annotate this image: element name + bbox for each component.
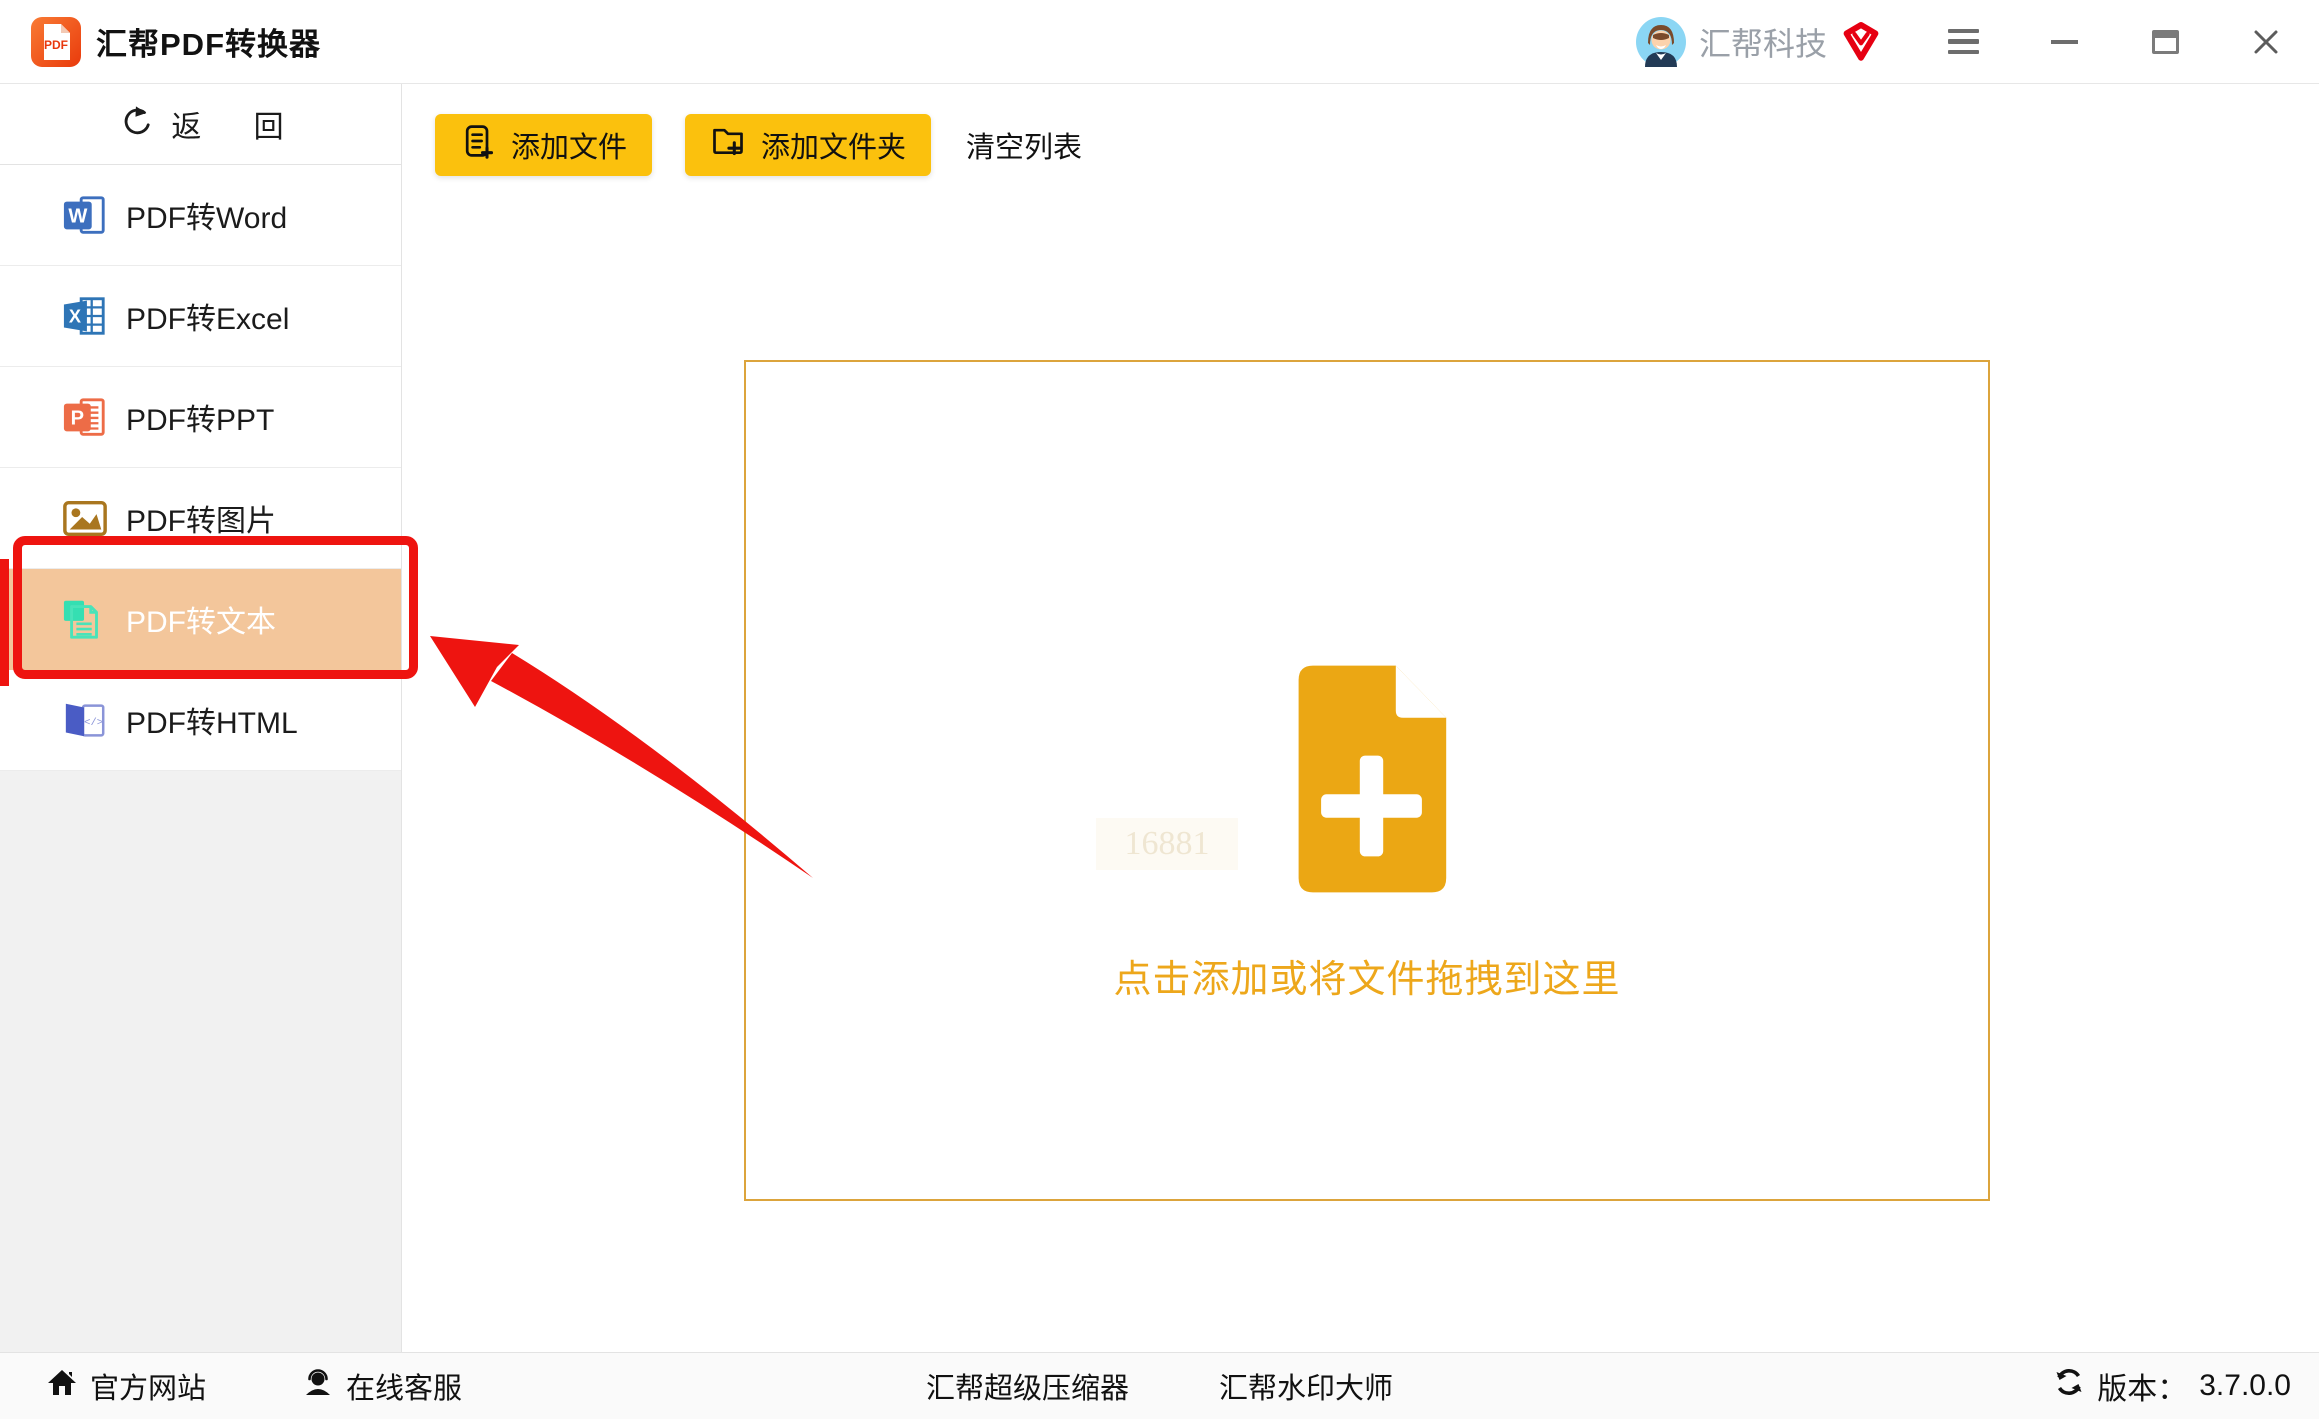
add-file-button[interactable]: 添加文件 [435,114,652,176]
pdf-logo-icon: PDF [30,16,82,68]
version-area[interactable]: 版本： 3.7.0.0 [2053,1364,2291,1408]
version-label: 版本： [2097,1364,2187,1408]
online-support-label: 在线客服 [346,1365,462,1407]
html-icon: </> [62,697,108,743]
account-name: 汇帮科技 [1699,19,1827,65]
svg-text:X: X [69,307,81,327]
version-value: 3.7.0.0 [2199,1369,2291,1403]
undo-arrow-icon [117,105,153,144]
sidebar-item-pdf-to-image[interactable]: PDF转图片 [0,468,401,569]
close-button[interactable] [2243,19,2289,65]
excel-icon: X [62,293,108,339]
add-folder-button[interactable]: 添加文件夹 [685,114,931,176]
sidebar-item-pdf-to-html[interactable]: </> PDF转HTML [0,670,401,771]
vip-badge-icon[interactable] [1840,21,1882,63]
toolbar: 添加文件 添加文件夹 清空列表 [403,84,2319,176]
sidebar-item-pdf-to-excel[interactable]: X PDF转Excel [0,266,401,367]
add-file-icon [460,123,496,167]
sidebar-item-pdf-to-word[interactable]: W PDF转Word [0,165,401,266]
product-link-compressor[interactable]: 汇帮超级压缩器 [926,1365,1129,1407]
app-window: PDF 汇帮PDF转换器 汇帮科技 [0,0,2319,1419]
sidebar-item-label: PDF转Excel [126,294,289,338]
sidebar-item-label: PDF转Word [126,193,287,237]
official-website-label: 官方网站 [90,1365,206,1407]
sidebar-item-label: PDF转PPT [126,395,274,439]
sidebar-item-label: PDF转文本 [126,597,276,641]
main-panel: 添加文件 添加文件夹 清空列表 16881 [403,84,2319,1352]
customer-service-icon [302,1366,334,1406]
back-button[interactable]: 返 回 [0,84,401,165]
titlebar: PDF 汇帮PDF转换器 汇帮科技 [0,0,2319,84]
sidebar-item-label: PDF转图片 [126,496,276,540]
sidebar: 返 回 W PDF转Word X PDF转Excel [0,84,402,1352]
hamburger-menu-icon[interactable] [1940,19,1986,65]
sidebar-item-pdf-to-ppt[interactable]: P PDF转PPT [0,367,401,468]
clear-list-button[interactable]: 清空列表 [966,124,1082,166]
ppt-icon: P [62,394,108,440]
svg-text:W: W [68,206,87,228]
svg-text:</>: </> [84,717,103,729]
svg-text:PDF: PDF [44,38,68,52]
sidebar-empty-area [0,771,401,1352]
online-support-link[interactable]: 在线客服 [302,1365,462,1407]
add-folder-icon [710,123,746,167]
text-file-icon [62,596,108,642]
watermark: 16881 [1096,818,1238,870]
sidebar-item-label: PDF转HTML [126,698,298,742]
product-link-watermark[interactable]: 汇帮水印大师 [1219,1365,1393,1407]
maximize-button[interactable] [2142,19,2188,65]
document-plus-icon [1277,662,1457,894]
picture-icon [62,495,108,541]
account-area[interactable]: 汇帮科技 [1636,17,1882,67]
sidebar-item-pdf-to-text[interactable]: PDF转文本 [0,569,401,670]
file-dropzone[interactable]: 16881 点击添加或将文件拖拽到这里 [744,360,1990,1201]
svg-text:P: P [71,408,84,430]
add-file-label: 添加文件 [511,124,627,166]
app-title: 汇帮PDF转换器 [96,19,321,64]
footer: 官方网站 在线客服 汇帮超级压缩器 汇帮水印大师 [0,1352,2319,1419]
home-icon [46,1366,78,1406]
avatar[interactable] [1636,17,1686,67]
official-website-link[interactable]: 官方网站 [46,1365,206,1407]
update-refresh-icon [2053,1366,2085,1406]
word-icon: W [62,192,108,238]
add-folder-label: 添加文件夹 [761,124,906,166]
back-label: 返 回 [171,102,305,146]
minimize-button[interactable] [2041,19,2087,65]
dropzone-hint: 点击添加或将文件拖拽到这里 [746,948,1988,1003]
